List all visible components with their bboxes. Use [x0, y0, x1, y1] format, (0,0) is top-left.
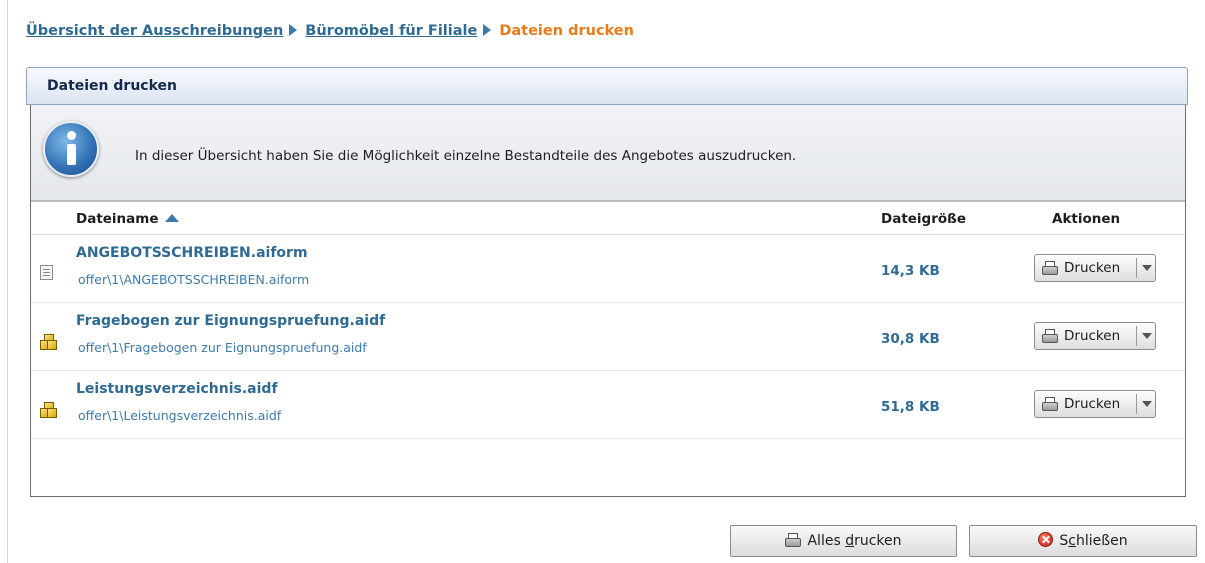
- print-dropdown-toggle[interactable]: [1138, 255, 1155, 281]
- breadcrumb-link-bueromoebel[interactable]: Büromöbel für Filiale: [305, 23, 477, 39]
- print-files-panel: Dateien drucken In dieser Übersicht habe…: [26, 67, 1188, 498]
- file-size: 14,3 KB: [881, 263, 940, 279]
- file-path: offer\1\Leistungsverzeichnis.aidf: [78, 408, 282, 423]
- panel-body: In dieser Übersicht haben Sie die Möglic…: [30, 105, 1186, 497]
- breadcrumb-arrow-icon: [289, 24, 298, 36]
- printer-icon: [1042, 397, 1058, 411]
- breadcrumb-current: Dateien drucken: [499, 23, 634, 39]
- column-header-actions: Aktionen: [1052, 211, 1121, 227]
- file-path: offer\1\ANGEBOTSSCHREIBEN.aiform: [78, 272, 310, 287]
- info-icon: [43, 121, 99, 177]
- printer-icon: [785, 533, 802, 547]
- printer-icon: [1042, 261, 1058, 275]
- cubes-file-icon: [40, 401, 57, 418]
- split-divider: [1136, 394, 1137, 414]
- print-all-button[interactable]: Alles drucken: [730, 525, 957, 557]
- printer-icon: [1042, 329, 1058, 343]
- info-text: In dieser Übersicht haben Sie die Möglic…: [135, 148, 797, 164]
- table-row: ANGEBOTSSCHREIBEN.aiform offer\1\ANGEBOT…: [31, 235, 1185, 303]
- panel-header: Dateien drucken: [26, 67, 1188, 105]
- chevron-down-icon: [1142, 333, 1152, 339]
- chevron-down-icon: [1142, 401, 1152, 407]
- print-dropdown-toggle[interactable]: [1138, 323, 1155, 349]
- form-document-icon: [40, 265, 56, 281]
- column-header-filesize[interactable]: Dateigröße: [881, 211, 966, 227]
- info-bar: In dieser Übersicht haben Sie die Möglic…: [31, 105, 1185, 202]
- split-divider: [1136, 326, 1137, 346]
- print-button-label: Drucken: [1064, 328, 1121, 344]
- print-split-button: Drucken: [1034, 390, 1156, 418]
- close-label: Schließen: [1059, 533, 1128, 549]
- file-size: 30,8 KB: [881, 331, 940, 347]
- sort-ascending-icon: [164, 214, 179, 222]
- file-name-link[interactable]: Leistungsverzeichnis.aidf: [76, 381, 278, 397]
- close-button[interactable]: Schließen: [969, 525, 1197, 557]
- file-size: 51,8 KB: [881, 399, 940, 415]
- file-path: offer\1\Fragebogen zur Eignungspruefung.…: [78, 340, 367, 355]
- print-button[interactable]: Drucken: [1035, 323, 1135, 349]
- print-button[interactable]: Drucken: [1035, 391, 1135, 417]
- panel-title: Dateien drucken: [47, 78, 177, 94]
- print-button-label: Drucken: [1064, 260, 1121, 276]
- table-row: Leistungsverzeichnis.aidf offer\1\Leistu…: [31, 371, 1185, 439]
- column-header-filename[interactable]: Dateiname: [76, 211, 179, 227]
- file-name-link[interactable]: Fragebogen zur Eignungspruefung.aidf: [76, 313, 385, 329]
- table-row: Fragebogen zur Eignungspruefung.aidf off…: [31, 303, 1185, 371]
- split-divider: [1136, 258, 1137, 278]
- print-all-label: Alles drucken: [807, 533, 902, 549]
- left-divider: [7, 0, 8, 563]
- print-dropdown-toggle[interactable]: [1138, 391, 1155, 417]
- close-icon: [1038, 532, 1054, 547]
- breadcrumb: Übersicht der Ausschreibungen Büromöbel f…: [26, 23, 634, 39]
- print-split-button: Drucken: [1034, 322, 1156, 350]
- table-header: Dateiname Dateigröße Aktionen: [31, 202, 1185, 235]
- chevron-down-icon: [1142, 265, 1152, 271]
- print-split-button: Drucken: [1034, 254, 1156, 282]
- cubes-file-icon: [40, 333, 57, 350]
- file-name-link[interactable]: ANGEBOTSSCHREIBEN.aiform: [76, 245, 308, 261]
- breadcrumb-link-ausschreibungen[interactable]: Übersicht der Ausschreibungen: [26, 23, 283, 39]
- breadcrumb-arrow-icon: [483, 24, 492, 36]
- print-button-label: Drucken: [1064, 396, 1121, 412]
- print-button[interactable]: Drucken: [1035, 255, 1135, 281]
